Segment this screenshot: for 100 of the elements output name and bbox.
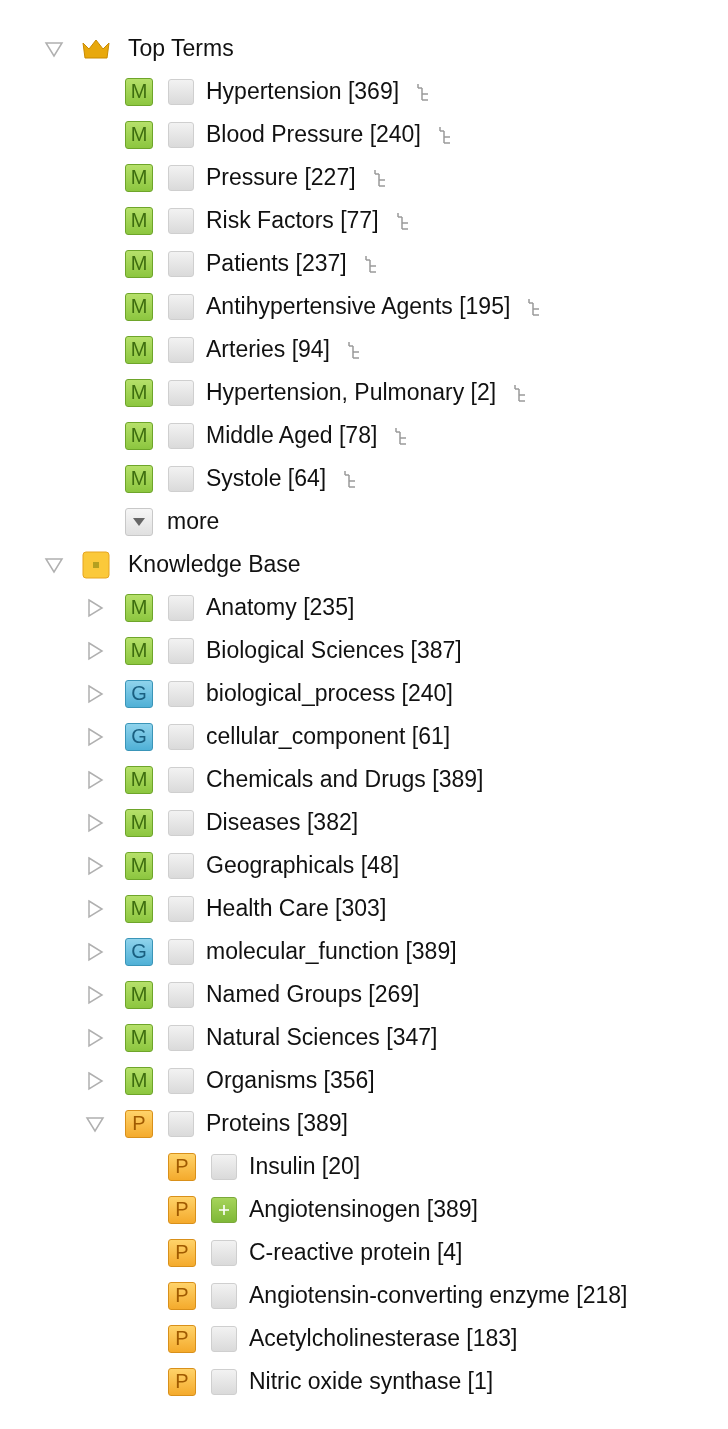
source-badge: M <box>125 335 153 364</box>
term-label[interactable]: Named Groups [269] <box>206 981 420 1008</box>
expand-arrow-icon[interactable] <box>85 769 105 790</box>
term-label[interactable]: Hypertension [369] <box>206 78 400 105</box>
checkbox[interactable] <box>168 1024 194 1051</box>
term-label[interactable]: molecular_function [389] <box>206 938 457 965</box>
term-label[interactable]: C-reactive protein [4] <box>249 1239 463 1266</box>
checkbox[interactable] <box>168 895 194 922</box>
term-label[interactable]: Antihypertensive Agents [195] <box>206 293 511 320</box>
checkbox[interactable] <box>168 293 194 320</box>
source-badge: P <box>168 1367 196 1396</box>
checkbox[interactable] <box>168 938 194 965</box>
term-label[interactable]: Geographicals [48] <box>206 852 400 879</box>
term-label[interactable]: Angiotensin-converting enzyme [218] <box>249 1282 628 1309</box>
term-label[interactable]: Chemicals and Drugs [389] <box>206 766 484 793</box>
section-title[interactable]: Knowledge Base <box>128 551 301 578</box>
checkbox[interactable] <box>168 207 194 234</box>
checkbox[interactable] <box>211 1196 237 1223</box>
expand-arrow-icon[interactable] <box>85 855 105 876</box>
expand-arrow-icon[interactable] <box>85 640 105 661</box>
term-label[interactable]: Proteins [389] <box>206 1110 348 1137</box>
source-badge: G <box>125 679 153 708</box>
checkbox[interactable] <box>168 164 194 191</box>
expand-arrow-icon[interactable] <box>85 1070 105 1091</box>
source-badge: P <box>168 1195 196 1224</box>
knowledge-base-icon <box>82 550 110 579</box>
expand-arrow-icon[interactable] <box>85 941 105 962</box>
term-label[interactable]: Systole [64] <box>206 465 327 492</box>
term-label[interactable]: Patients [237] <box>206 250 347 277</box>
source-badge: M <box>125 636 153 665</box>
term-label[interactable]: Acetylcholinesterase [183] <box>249 1325 518 1352</box>
checkbox[interactable] <box>168 723 194 750</box>
source-badge: P <box>168 1238 196 1267</box>
hierarchy-icon[interactable] <box>371 167 388 188</box>
checkbox[interactable] <box>168 680 194 707</box>
term-label[interactable]: Nitric oxide synthase [1] <box>249 1368 494 1395</box>
hierarchy-icon[interactable] <box>436 124 453 145</box>
source-badge: M <box>125 77 153 106</box>
hierarchy-icon[interactable] <box>362 253 379 274</box>
checkbox[interactable] <box>211 1153 237 1180</box>
section-title[interactable]: Top Terms <box>128 35 234 62</box>
checkbox[interactable] <box>168 852 194 879</box>
term-label[interactable]: Angiotensinogen [389] <box>249 1196 478 1223</box>
checkbox[interactable] <box>168 465 194 492</box>
term-label[interactable]: Organisms [356] <box>206 1067 375 1094</box>
source-badge: M <box>125 851 153 880</box>
checkbox[interactable] <box>168 379 194 406</box>
checkbox[interactable] <box>168 1110 194 1137</box>
source-badge: M <box>125 593 153 622</box>
term-label[interactable]: Diseases [382] <box>206 809 359 836</box>
source-badge: M <box>125 292 153 321</box>
checkbox[interactable] <box>168 250 194 277</box>
term-label[interactable]: Arteries [94] <box>206 336 330 363</box>
term-label[interactable]: Risk Factors [77] <box>206 207 379 234</box>
source-badge: M <box>125 980 153 1009</box>
checkbox[interactable] <box>168 594 194 621</box>
expand-arrow-icon[interactable] <box>85 898 105 919</box>
more-button[interactable] <box>125 507 153 536</box>
checkbox[interactable] <box>168 121 194 148</box>
hierarchy-icon[interactable] <box>346 339 362 360</box>
checkbox[interactable] <box>168 422 194 449</box>
checkbox[interactable] <box>211 1368 237 1395</box>
term-label[interactable]: Hypertension, Pulmonary [2] <box>206 379 497 406</box>
checkbox[interactable] <box>168 1067 194 1094</box>
checkbox[interactable] <box>168 336 194 363</box>
source-badge: P <box>168 1324 196 1353</box>
checkbox[interactable] <box>168 78 194 105</box>
caret-icon <box>132 516 146 527</box>
term-label[interactable]: cellular_component [61] <box>206 723 451 750</box>
checkbox[interactable] <box>168 981 194 1008</box>
term-label[interactable]: Natural Sciences [347] <box>206 1024 438 1051</box>
more-label[interactable]: more <box>167 508 220 535</box>
checkbox[interactable] <box>211 1239 237 1266</box>
term-label[interactable]: Health Care [303] <box>206 895 387 922</box>
checkbox[interactable] <box>168 766 194 793</box>
source-badge: M <box>125 120 153 149</box>
expand-arrow-icon[interactable] <box>85 726 105 747</box>
term-label[interactable]: Pressure [227] <box>206 164 356 191</box>
checkbox[interactable] <box>211 1325 237 1352</box>
source-badge: P <box>168 1152 196 1181</box>
term-label[interactable]: Middle Aged [78] <box>206 422 378 449</box>
term-label[interactable]: Biological Sciences [387] <box>206 637 462 664</box>
source-badge: P <box>168 1281 196 1310</box>
expand-arrow-icon[interactable] <box>85 683 105 704</box>
source-badge: M <box>125 464 153 493</box>
expand-arrow-icon[interactable] <box>85 597 105 618</box>
source-badge: P <box>125 1109 153 1138</box>
term-label[interactable]: Insulin [20] <box>249 1153 361 1180</box>
checkbox[interactable] <box>168 809 194 836</box>
term-label[interactable]: biological_process [240] <box>206 680 453 707</box>
term-label[interactable]: Anatomy [235] <box>206 594 355 621</box>
checkbox[interactable] <box>211 1282 237 1309</box>
term-label[interactable]: Blood Pressure [240] <box>206 121 421 148</box>
source-badge: M <box>125 894 153 923</box>
expand-arrow-icon[interactable] <box>85 1027 105 1048</box>
expand-arrow-icon[interactable] <box>85 812 105 833</box>
expand-arrow-icon[interactable] <box>85 984 105 1005</box>
source-badge: G <box>125 937 153 966</box>
hierarchy-icon[interactable] <box>394 210 411 231</box>
checkbox[interactable] <box>168 637 194 664</box>
